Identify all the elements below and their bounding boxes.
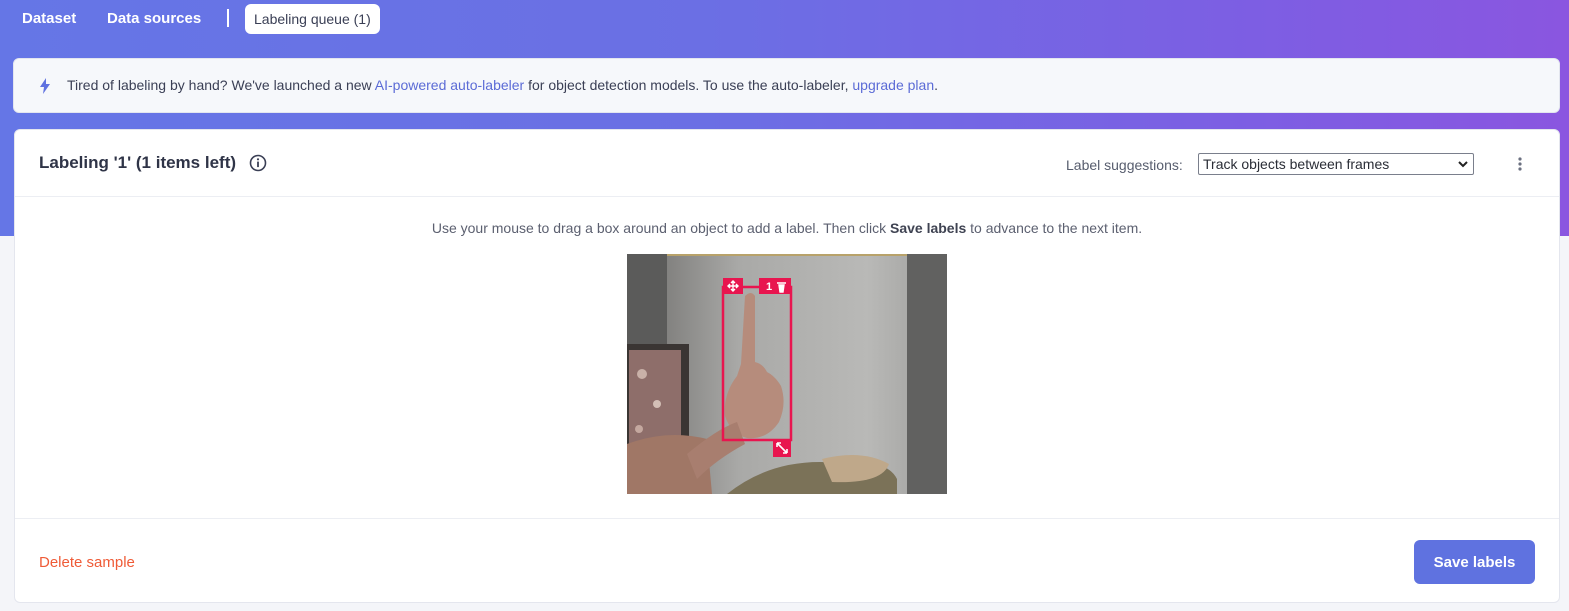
banner-text-middle: for object detection models. To use the …	[524, 77, 853, 93]
sample-image: 1	[627, 254, 947, 494]
bolt-icon	[40, 78, 50, 94]
chevron-down-icon	[1458, 161, 1468, 168]
hint-after: to advance to the next item.	[966, 220, 1143, 236]
info-icon[interactable]	[249, 154, 267, 172]
banner-text-before: Tired of labeling by hand? We've launche…	[67, 77, 375, 93]
box-label: 1	[766, 281, 772, 293]
auto-labeler-banner: Tired of labeling by hand? We've launche…	[13, 58, 1560, 113]
hint-before: Use your mouse to drag a box around an o…	[431, 220, 890, 236]
label-suggestions-select[interactable]: Track objects between frames	[1198, 153, 1474, 175]
delete-sample-link[interactable]: Delete sample	[39, 554, 135, 571]
tab-dataset[interactable]: Dataset	[22, 4, 76, 34]
page-title: Labeling '1' (1 items left)	[39, 153, 237, 172]
labeling-card: Labeling '1' (1 items left) Label sugges…	[14, 129, 1560, 603]
save-labels-button[interactable]: Save labels	[1414, 540, 1535, 584]
tab-data-sources[interactable]: Data sources	[107, 4, 201, 34]
banner-text-after: .	[934, 77, 939, 93]
tab-separator	[227, 9, 229, 27]
tab-labeling-queue[interactable]: Labeling queue (1)	[245, 4, 380, 34]
card-footer: Delete sample Save labels	[15, 518, 1559, 604]
upgrade-plan-link[interactable]: upgrade plan	[852, 77, 934, 93]
labeling-canvas[interactable]: 1	[627, 254, 947, 494]
label-suggestions-value: Track objects between frames	[1203, 156, 1390, 172]
hint-bold: Save labels	[889, 220, 967, 236]
label-suggestions-label: Label suggestions:	[1066, 157, 1183, 173]
auto-labeler-link[interactable]: AI-powered auto-labeler	[375, 77, 524, 93]
instruction-text: Use your mouse to drag a box around an o…	[15, 220, 1559, 236]
card-header: Labeling '1' (1 items left) Label sugges…	[15, 130, 1559, 197]
more-options-icon[interactable]	[1515, 156, 1525, 172]
top-tabs: Dataset Data sources Labeling queue (1)	[0, 0, 1569, 40]
